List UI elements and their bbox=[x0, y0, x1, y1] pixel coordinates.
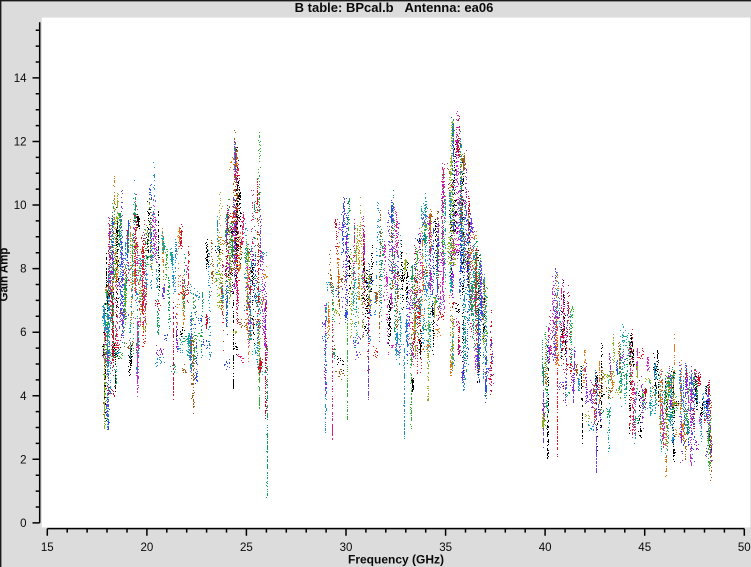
svg-text:2: 2 bbox=[20, 454, 26, 466]
svg-text:4: 4 bbox=[20, 391, 27, 403]
svg-text:15: 15 bbox=[41, 542, 54, 554]
svg-text:25: 25 bbox=[240, 542, 253, 554]
svg-text:Frequency (GHz): Frequency (GHz) bbox=[348, 553, 444, 567]
svg-text:14: 14 bbox=[14, 73, 27, 85]
svg-text:10: 10 bbox=[14, 200, 27, 212]
svg-text:45: 45 bbox=[638, 542, 651, 554]
svg-text:50: 50 bbox=[738, 542, 751, 554]
svg-text:20: 20 bbox=[141, 542, 154, 554]
svg-text:40: 40 bbox=[539, 542, 552, 554]
svg-text:0: 0 bbox=[20, 518, 26, 530]
svg-text:8: 8 bbox=[20, 264, 26, 276]
svg-text:B table: BPcal.b Antenna: ea: B table: BPcal.b Antenna: ea06 bbox=[295, 0, 494, 15]
svg-text:6: 6 bbox=[20, 327, 26, 339]
svg-text:Gain Amp: Gain Amp bbox=[0, 248, 11, 302]
svg-text:12: 12 bbox=[14, 137, 27, 149]
